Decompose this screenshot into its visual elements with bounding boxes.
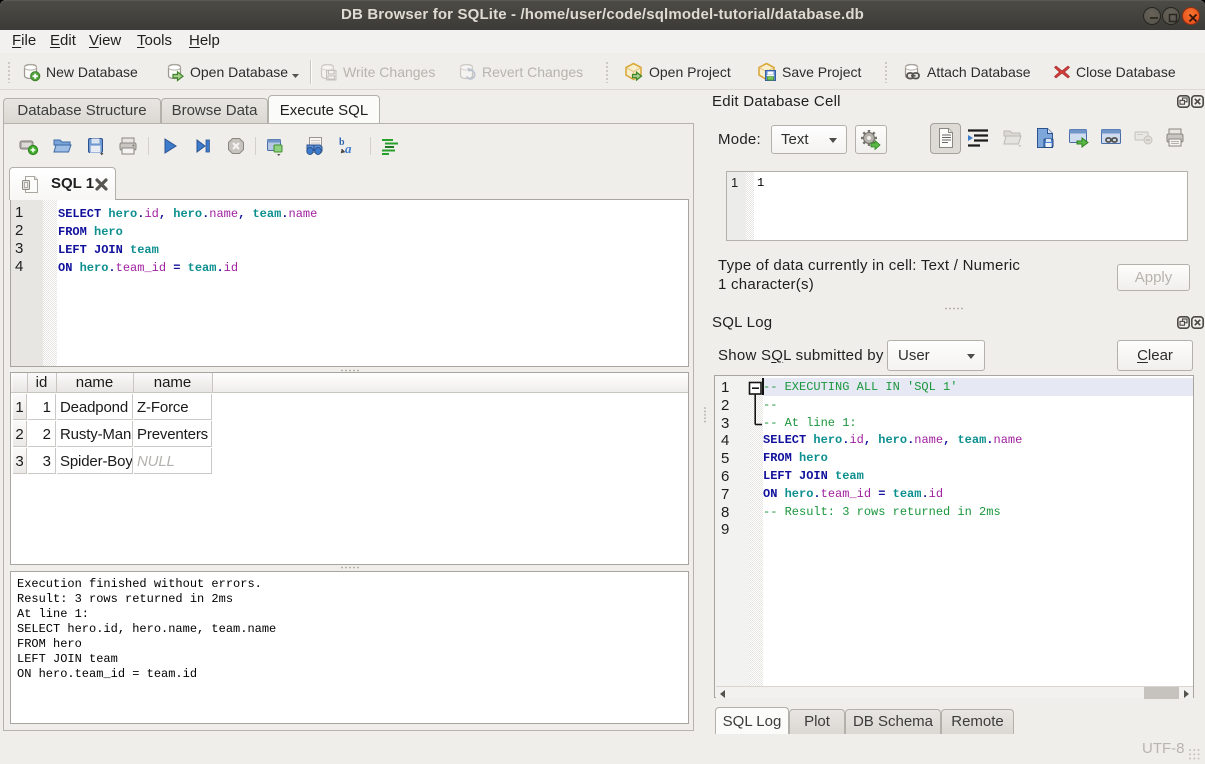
svg-text:a: a: [345, 141, 352, 156]
